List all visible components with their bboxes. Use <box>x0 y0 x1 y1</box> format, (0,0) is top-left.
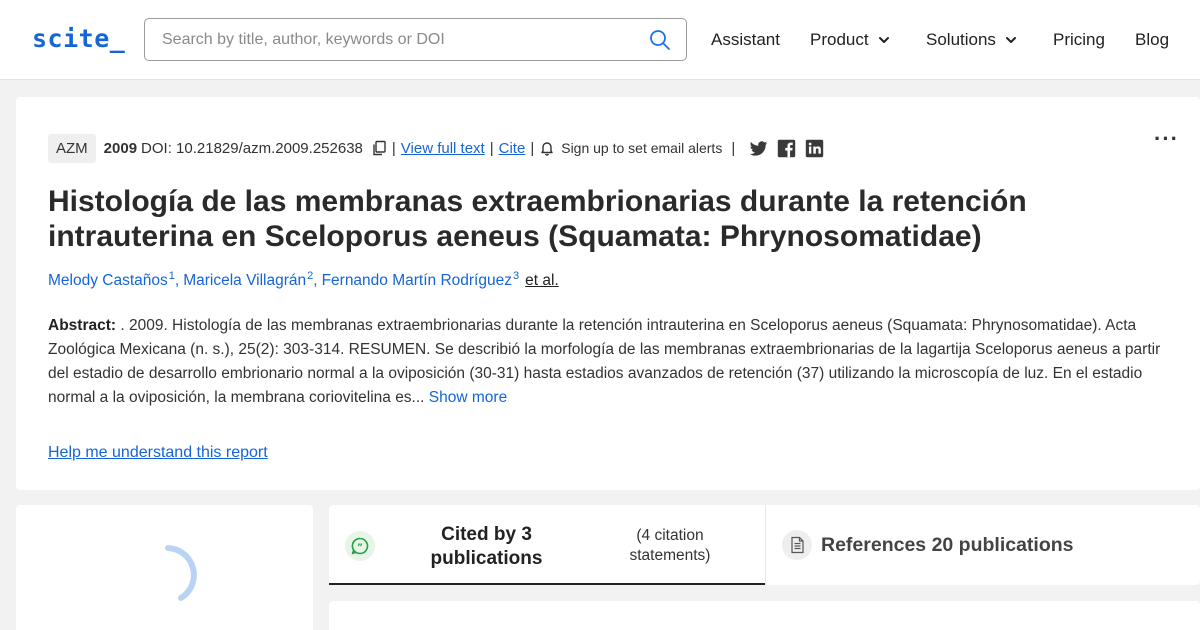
twitter-icon[interactable] <box>749 139 768 158</box>
author-affiliation-number: 3 <box>512 270 520 282</box>
abstract-text: . 2009. Histología de las membranas extr… <box>48 317 1161 406</box>
facebook-icon[interactable] <box>777 139 796 158</box>
nav-blog[interactable]: Blog <box>1135 30 1169 50</box>
more-options-button[interactable]: ··· <box>1154 126 1179 152</box>
journal-badge[interactable]: AZM <box>48 133 96 163</box>
author-link[interactable]: Melody Castaños1 <box>48 270 175 290</box>
tab-divider <box>765 505 766 585</box>
abstract: Abstract: . 2009. Histología de las memb… <box>48 314 1174 410</box>
chat-quote-icon: ” <box>345 531 375 561</box>
tab-cited-by[interactable]: ” Cited by 3 publications (4 citation st… <box>329 505 765 585</box>
citation-statements-count: (4 citation statements) <box>629 527 711 564</box>
search-input[interactable] <box>145 19 635 60</box>
loading-spinner-icon <box>165 545 197 601</box>
scite-logo[interactable]: scite_ <box>32 24 125 53</box>
chevron-down-icon <box>878 37 889 43</box>
doi-text: DOI: 10.21829/azm.2009.252638 <box>141 139 363 157</box>
nav-assistant-label: Assistant <box>711 30 780 49</box>
author-link[interactable]: Maricela Villagrán2 <box>183 270 313 290</box>
chevron-down-icon <box>1005 37 1016 43</box>
abstract-label: Abstract: <box>48 317 117 334</box>
nav-pricing[interactable]: Pricing <box>1053 30 1105 50</box>
citation-tabs: ” Cited by 3 publications (4 citation st… <box>329 505 1200 585</box>
et-al-link[interactable]: et al. <box>525 272 559 290</box>
nav-product-label: Product <box>810 30 869 49</box>
author-link[interactable]: Fernando Martín Rodríguez3 <box>322 270 520 290</box>
separator: | <box>489 139 494 157</box>
top-navigation-bar: scite_ Assistant Product Solutions Prici… <box>0 0 1200 80</box>
nav-blog-label: Blog <box>1135 30 1170 49</box>
citation-statements-panel <box>329 601 1200 630</box>
nav-pricing-label: Pricing <box>1053 30 1105 49</box>
side-panel <box>16 505 313 630</box>
references-title: References 20 publications <box>821 534 1074 556</box>
search-box[interactable] <box>144 18 687 61</box>
separator: | <box>391 139 396 157</box>
nav-solutions-label: Solutions <box>926 30 996 49</box>
nav-assistant[interactable]: Assistant <box>711 30 780 50</box>
cite-link[interactable]: Cite <box>499 140 526 157</box>
help-understand-report-link[interactable]: Help me understand this report <box>48 444 268 462</box>
email-alerts-link[interactable]: Sign up to set email alerts <box>561 140 722 156</box>
article-title: Histología de las membranas extraembrion… <box>48 185 1027 253</box>
view-full-text-link[interactable]: View full text <box>401 140 485 157</box>
document-icon <box>782 530 812 560</box>
author-name: Melody Castaños <box>48 272 168 290</box>
author-name: Maricela Villagrán <box>183 272 307 290</box>
linkedin-icon[interactable] <box>805 139 824 158</box>
nav-solutions[interactable]: Solutions <box>926 30 1018 50</box>
search-icon[interactable] <box>648 28 672 52</box>
author-name: Fernando Martín Rodríguez <box>321 272 512 290</box>
author-separator: , <box>313 272 318 290</box>
publication-year: 2009 <box>103 139 138 157</box>
nav-product[interactable]: Product <box>810 30 891 50</box>
svg-text:”: ” <box>357 543 363 553</box>
show-more-link[interactable]: Show more <box>429 389 507 406</box>
cited-by-title: Cited by 3 publications <box>430 524 543 569</box>
bell-icon[interactable] <box>539 140 555 156</box>
copy-icon[interactable] <box>371 140 387 156</box>
author-list: Melody Castaños1, Maricela Villagrán2, F… <box>48 270 559 290</box>
article-meta-row: AZM 2009 DOI: 10.21829/azm.2009.252638 |… <box>48 132 824 164</box>
separator: | <box>731 139 736 157</box>
separator: | <box>530 139 535 157</box>
author-separator: , <box>174 272 180 290</box>
